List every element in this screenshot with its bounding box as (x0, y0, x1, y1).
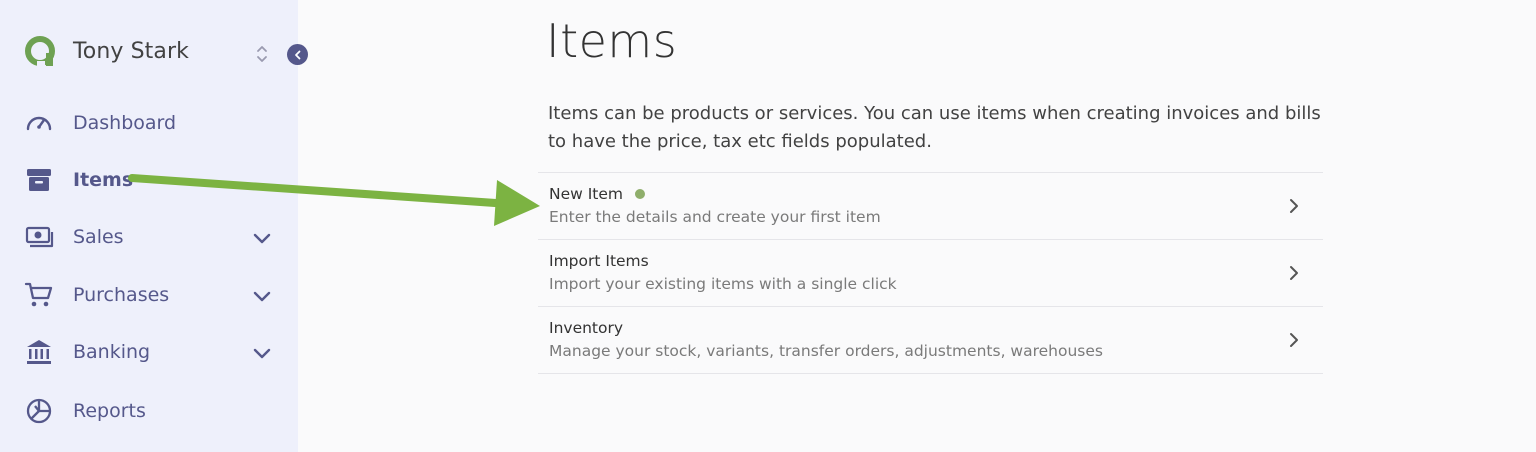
user-name: Tony Stark (73, 39, 189, 64)
sidebar-item-label: Dashboard (73, 112, 177, 134)
option-import-items[interactable]: Import Items Import your existing items … (538, 240, 1323, 307)
chevron-right-icon (1290, 333, 1298, 347)
sidebar-item-label: Reports (73, 400, 146, 422)
page-title: Items (546, 14, 678, 68)
bank-icon (27, 340, 51, 364)
sidebar: Tony Stark Dashboard Items Sales Purchas… (0, 0, 308, 452)
sidebar-item-items[interactable]: Items (24, 162, 284, 198)
option-title: Inventory (549, 319, 624, 337)
chevron-down-icon[interactable] (252, 343, 272, 363)
speedometer-icon (26, 116, 52, 131)
app-logo-icon (25, 36, 55, 67)
options-list: New Item Enter the details and create yo… (538, 172, 1323, 374)
option-inventory[interactable]: Inventory Manage your stock, variants, t… (538, 307, 1323, 374)
sidebar-item-label: Banking (73, 341, 151, 363)
company-switcher[interactable]: Tony Stark (24, 34, 189, 70)
sidebar-item-purchases[interactable]: Purchases (24, 277, 284, 313)
chevron-down-icon[interactable] (252, 228, 272, 248)
new-indicator-dot (635, 188, 646, 199)
shopping-cart-icon (24, 282, 53, 307)
sidebar-item-sales[interactable]: Sales (24, 219, 284, 255)
option-description: Manage your stock, variants, transfer or… (549, 342, 1103, 360)
pie-chart-icon (26, 398, 52, 424)
sidebar-item-label: Sales (73, 226, 124, 248)
option-description: Import your existing items with a single… (549, 275, 897, 293)
sidebar-item-label: Items (73, 169, 134, 191)
chevron-right-icon (1290, 266, 1298, 280)
option-title: Import Items (549, 252, 649, 270)
chevron-up-down-icon[interactable] (253, 42, 271, 66)
option-description: Enter the details and create your first … (549, 208, 881, 226)
cash-icon (25, 226, 54, 248)
sidebar-item-banking[interactable]: Banking (24, 334, 284, 370)
option-title: New Item (549, 185, 646, 203)
archive-box-icon (27, 169, 51, 191)
sidebar-item-label: Purchases (73, 284, 170, 306)
sidebar-item-dashboard[interactable]: Dashboard (24, 105, 284, 141)
collapse-sidebar-button[interactable] (287, 44, 308, 65)
chevron-left-icon (294, 50, 300, 59)
sidebar-item-reports[interactable]: Reports (24, 393, 284, 429)
option-new-item[interactable]: New Item Enter the details and create yo… (538, 173, 1323, 240)
chevron-down-icon[interactable] (252, 286, 272, 306)
page-description: Items can be products or services. You c… (548, 103, 1321, 152)
chevron-right-icon (1290, 199, 1298, 213)
